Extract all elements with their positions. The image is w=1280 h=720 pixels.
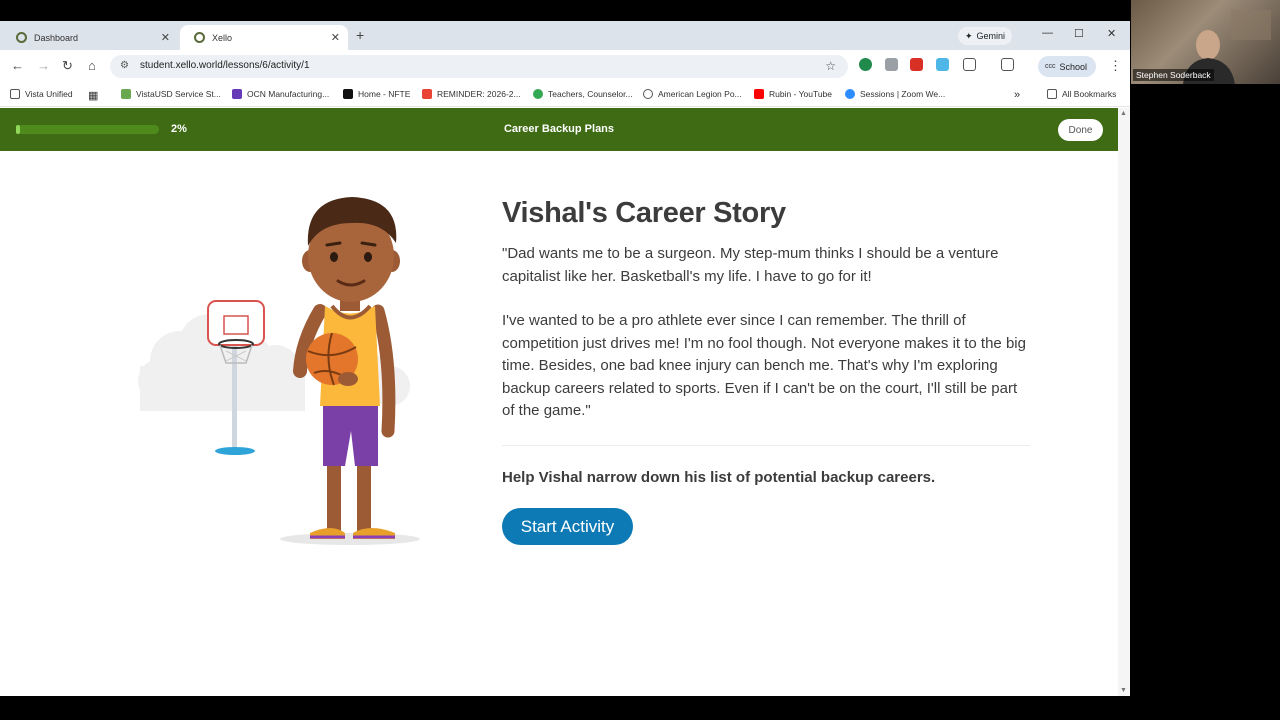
maximize-icon[interactable]: ☐	[1074, 27, 1084, 40]
bookmarks-bar: Vista Unified ▦ VistaUSD Service St... O…	[0, 83, 1130, 107]
screen: Dashboard ✕ Xello ✕ + ✦ Gemini — ☐ ✕ ← →…	[0, 0, 1280, 720]
xello-favicon-icon	[194, 32, 205, 43]
browser-window: Dashboard ✕ Xello ✕ + ✦ Gemini — ☐ ✕ ← →…	[0, 21, 1130, 696]
vishal-basketball-illustration	[138, 197, 420, 545]
bookmark-label: Rubin - YouTube	[769, 89, 833, 99]
bookmark-favicon-icon	[343, 89, 353, 99]
reload-icon[interactable]: ↻	[62, 58, 73, 74]
story-paragraph: "Dad wants me to be a surgeon. My step-m…	[502, 245, 999, 285]
tab-dashboard[interactable]: Dashboard ✕	[2, 25, 178, 50]
bookmark-item[interactable]: American Legion Po...	[643, 89, 742, 99]
bookmark-item[interactable]: Vista Unified	[10, 89, 73, 99]
participant-name: Stephen Soderback	[1133, 69, 1214, 81]
bookmark-label: Home - NFTE	[358, 89, 411, 99]
url-text[interactable]: student.xello.world/lessons/6/activity/1	[140, 60, 310, 71]
grammarly-extension-icon[interactable]	[859, 58, 872, 71]
lesson-header: 2% Career Backup Plans Done	[0, 108, 1118, 151]
cloud-extension-icon[interactable]	[936, 58, 949, 71]
youtube-icon	[754, 89, 764, 99]
browser-toolbar: ← → ↻ ⌂ ⚙ student.xello.world/lessons/6/…	[0, 50, 1130, 83]
camera-extension-icon[interactable]	[885, 58, 898, 71]
bookmark-item[interactable]: OCN Manufacturing...	[232, 89, 329, 99]
bookmark-item[interactable]: Teachers, Counselor...	[533, 89, 633, 99]
vishal-character	[293, 197, 400, 539]
tab-search-icon[interactable]	[1001, 58, 1014, 71]
gmail-icon	[422, 89, 432, 99]
bookmark-label: OCN Manufacturing...	[247, 89, 330, 99]
bookmark-item[interactable]: VistaUSD Service St...	[121, 89, 221, 99]
home-icon[interactable]: ⌂	[88, 58, 96, 73]
tab-title: Xello	[212, 32, 233, 43]
close-tab-icon[interactable]: ✕	[161, 31, 170, 44]
bookmark-favicon-icon	[533, 89, 543, 99]
apps-grid-icon[interactable]: ▦	[88, 89, 98, 102]
back-icon[interactable]: ←	[11, 58, 24, 73]
sparkle-icon: ✦	[965, 30, 973, 41]
bookmark-favicon-icon	[232, 89, 242, 99]
new-extension-icon[interactable]	[910, 58, 923, 71]
lesson-content: Vishal's Career Story "Dad wants me to b…	[0, 151, 1118, 696]
browser-menu-icon[interactable]: ⋮	[1109, 58, 1122, 74]
xello-favicon-icon	[16, 32, 27, 43]
bookmark-label: Teachers, Counselor...	[548, 89, 633, 99]
bookmark-label: Vista Unified	[25, 89, 73, 99]
bookmark-label: VistaUSD Service St...	[136, 89, 221, 99]
webcam-video: Stephen Soderback	[1131, 0, 1280, 84]
globe-icon	[643, 89, 653, 99]
bookmark-item[interactable]: REMINDER: 2026-2...	[422, 89, 521, 99]
minimize-icon[interactable]: —	[1042, 27, 1053, 39]
story-paragraph: I've wanted to be a pro athlete ever sin…	[502, 312, 1026, 419]
tab-title: Dashboard	[34, 32, 79, 43]
tab-xello[interactable]: Xello ✕	[180, 25, 348, 50]
bookmark-star-icon[interactable]: ☆	[825, 59, 836, 73]
activity-prompt: Help Vishal narrow down his list of pote…	[502, 469, 936, 486]
story-title: Vishal's Career Story	[502, 197, 786, 229]
start-activity-button[interactable]: Start Activity	[502, 508, 633, 545]
bookmark-favicon-icon	[121, 89, 131, 99]
site-info-icon[interactable]: ⚙	[120, 60, 129, 71]
done-button[interactable]: Done	[1058, 119, 1103, 141]
bookmarks-overflow-icon[interactable]: »	[1014, 89, 1020, 101]
tab-strip: Dashboard ✕ Xello ✕ + ✦ Gemini — ☐ ✕	[0, 21, 1130, 50]
all-bookmarks-button[interactable]: All Bookmarks	[1047, 89, 1116, 99]
address-bar[interactable]: ⚙ student.xello.world/lessons/6/activity…	[110, 55, 848, 78]
forward-icon[interactable]: →	[37, 58, 50, 73]
profile-avatar: ccc	[1045, 63, 1056, 70]
scroll-down-icon[interactable]: ▼	[1120, 687, 1127, 694]
extensions-puzzle-icon[interactable]	[963, 58, 976, 71]
bookmark-item[interactable]: Home - NFTE	[343, 89, 410, 99]
folder-icon	[1047, 89, 1057, 99]
divider	[502, 445, 1030, 446]
bookmark-label: REMINDER: 2026-2...	[437, 89, 521, 99]
bookmark-item[interactable]: Sessions | Zoom We...	[845, 89, 945, 99]
close-window-icon[interactable]: ✕	[1107, 27, 1116, 40]
close-tab-icon[interactable]: ✕	[331, 31, 340, 44]
new-tab-icon[interactable]: +	[356, 27, 364, 43]
folder-icon	[10, 89, 20, 99]
gemini-label: Gemini	[976, 31, 1006, 41]
gemini-button[interactable]: ✦ Gemini	[958, 27, 1013, 45]
profile-label: School	[1059, 61, 1088, 72]
bookmark-item[interactable]: Rubin - YouTube	[754, 89, 832, 99]
profile-button[interactable]: ccc School	[1038, 56, 1096, 77]
bookmark-label: Sessions | Zoom We...	[860, 89, 946, 99]
page-scrollbar[interactable]: ▲ ▼	[1118, 108, 1130, 696]
lesson-title: Career Backup Plans	[503, 123, 615, 135]
zoom-icon	[845, 89, 855, 99]
scroll-up-icon[interactable]: ▲	[1120, 110, 1127, 117]
bookmark-label: American Legion Po...	[658, 89, 742, 99]
all-bookmarks-label: All Bookmarks	[1062, 89, 1117, 99]
